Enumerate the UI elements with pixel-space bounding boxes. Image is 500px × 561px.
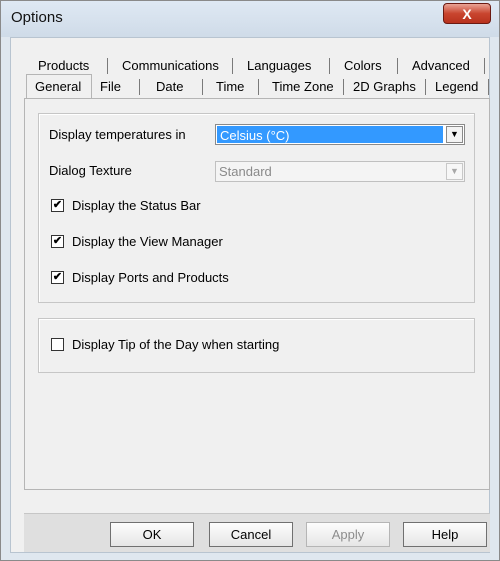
texture-dropdown: Standard ▼: [215, 161, 465, 182]
help-button[interactable]: Help: [403, 522, 487, 547]
close-icon: X: [462, 6, 472, 22]
view-manager-checkbox[interactable]: ✔: [51, 235, 64, 248]
apply-button: Apply: [306, 522, 390, 547]
tab-separator: [329, 58, 330, 74]
tab-products[interactable]: Products: [38, 56, 89, 76]
window-title: Options: [11, 9, 63, 26]
tip-of-day-label[interactable]: Display Tip of the Day when starting: [72, 337, 279, 352]
tab-general[interactable]: General: [35, 77, 81, 97]
tip-of-day-checkbox[interactable]: [51, 338, 64, 351]
tab-colors[interactable]: Colors: [344, 56, 382, 76]
tab-advanced[interactable]: Advanced: [412, 56, 470, 76]
tab-separator: [425, 79, 426, 95]
tab-separator: [107, 58, 108, 74]
tab-legend[interactable]: Legend: [435, 77, 478, 97]
tab-date[interactable]: Date: [156, 77, 183, 97]
status-bar-label[interactable]: Display the Status Bar: [72, 198, 201, 213]
tab-time-zone[interactable]: Time Zone: [272, 77, 334, 97]
texture-label: Dialog Texture: [49, 163, 132, 178]
cancel-button[interactable]: Cancel: [209, 522, 293, 547]
ports-products-checkbox[interactable]: ✔: [51, 271, 64, 284]
tab-separator: [397, 58, 398, 74]
chevron-down-icon: ▼: [446, 163, 463, 180]
tab-separator: [343, 79, 344, 95]
view-manager-label[interactable]: Display the View Manager: [72, 234, 223, 249]
chevron-down-icon[interactable]: ▼: [446, 126, 463, 143]
tab-2d-graphs[interactable]: 2D Graphs: [353, 77, 416, 97]
tab-languages[interactable]: Languages: [247, 56, 311, 76]
title-bar[interactable]: Options X: [1, 1, 499, 37]
temperature-dropdown[interactable]: Celsius (°C) ▼: [215, 124, 465, 145]
tab-communications[interactable]: Communications: [122, 56, 219, 76]
tab-file[interactable]: File: [100, 77, 121, 97]
tab-separator: [232, 58, 233, 74]
ports-products-label[interactable]: Display Ports and Products: [72, 270, 229, 285]
tab-separator: [202, 79, 203, 95]
tab-time[interactable]: Time: [216, 77, 244, 97]
ok-button[interactable]: OK: [110, 522, 194, 547]
tab-separator: [139, 79, 140, 95]
tab-separator: [484, 58, 485, 74]
temperature-label: Display temperatures in: [49, 127, 186, 142]
tab-separator: [488, 79, 489, 95]
tab-separator: [258, 79, 259, 95]
status-bar-checkbox[interactable]: ✔: [51, 199, 64, 212]
temperature-dropdown-value: Celsius (°C): [217, 126, 443, 143]
close-button[interactable]: X: [443, 3, 491, 24]
texture-dropdown-value: Standard: [219, 164, 272, 179]
